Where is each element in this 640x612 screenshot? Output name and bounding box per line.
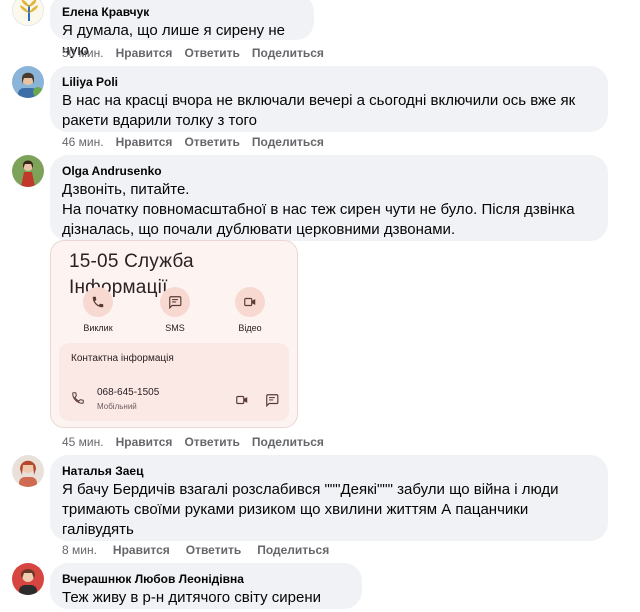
comment-actions: 45 мин. Нравится Ответить Поделиться — [62, 434, 324, 450]
share-button[interactable]: Поделиться — [257, 542, 329, 558]
reply-button[interactable]: Ответить — [186, 542, 241, 558]
reply-button[interactable]: Ответить — [184, 134, 239, 150]
comment-actions: 46 мин. Нравится Ответить Поделиться — [62, 134, 324, 150]
comment-text: Теж живу в р-н дитячого світу сирени чут… — [62, 589, 322, 612]
comment-bubble: Елена Кравчук Я думала, що лише я сирену… — [50, 0, 314, 59]
comment-author[interactable]: Вчерашнюк Любов Леонідівна — [62, 571, 350, 587]
comment-bubble: Liliya Poli В нас на красці вчора не вкл… — [50, 66, 608, 132]
sms-action[interactable]: SMS — [147, 287, 203, 333]
avatar[interactable] — [12, 563, 44, 595]
like-button[interactable]: Нравится — [116, 134, 173, 150]
video-action[interactable]: Відео — [222, 287, 278, 333]
phone-type: Мобільний — [97, 402, 137, 411]
user-photo-icon — [12, 155, 44, 187]
share-button[interactable]: Поделиться — [252, 134, 324, 150]
avatar[interactable] — [12, 455, 44, 487]
video-icon — [236, 395, 248, 405]
user-photo-icon — [12, 455, 44, 487]
phone-number: 068-645-1505 — [97, 387, 160, 398]
reply-button[interactable]: Ответить — [184, 434, 239, 450]
call-label: Виклик — [83, 323, 113, 333]
call-action[interactable]: Виклик — [70, 287, 126, 333]
video-label: Відео — [238, 323, 262, 333]
comment-author[interactable]: Olga Andrusenko — [62, 163, 596, 179]
comment-author[interactable]: Liliya Poli — [62, 74, 596, 90]
like-button[interactable]: Нравится — [113, 542, 170, 558]
comment-text: Я бачу Бердичів взагалі розслабився """Д… — [62, 481, 559, 538]
share-button[interactable]: Поделиться — [252, 434, 324, 450]
reply-button[interactable]: Ответить — [184, 45, 239, 61]
message-icon — [169, 296, 182, 309]
message-icon — [266, 394, 279, 407]
comment-time[interactable]: 45 мин. — [62, 434, 104, 450]
sms-label: SMS — [165, 323, 185, 333]
like-button[interactable]: Нравится — [116, 434, 173, 450]
avatar[interactable] — [12, 155, 44, 187]
comment-author[interactable]: Наталья Заец — [62, 463, 596, 479]
comment-text: В нас на красці вчора не включали вечері… — [62, 92, 576, 129]
wheat-logo-icon — [13, 0, 43, 25]
avatar[interactable] — [12, 66, 44, 98]
contact-info-header: Контактна інформація — [71, 353, 174, 364]
share-button[interactable]: Поделиться — [252, 45, 324, 61]
video-icon — [244, 297, 256, 307]
comment-actions: 50 мин. Нравится Ответить Поделиться — [62, 45, 324, 61]
attachment-image[interactable]: 15-05 Служба Інформації Виклик SMS Відео — [50, 240, 298, 428]
comment-bubble: Вчерашнюк Любов Леонідівна Теж живу в р-… — [50, 563, 362, 612]
comment-author[interactable]: Елена Кравчук — [62, 4, 302, 20]
comment-actions: 8 мин. Нравится Ответить Поделиться — [62, 542, 329, 558]
comment-time[interactable]: 46 мин. — [62, 134, 104, 150]
comment-time[interactable]: 50 мин. — [62, 45, 104, 61]
user-photo-icon — [12, 66, 44, 98]
comment-text: Дзвоніть, питайте. На початку повномасшт… — [62, 181, 575, 238]
comment-bubble: Olga Andrusenko Дзвоніть, питайте. На по… — [50, 155, 608, 241]
phone-icon — [92, 296, 104, 308]
comment-bubble: Наталья Заец Я бачу Бердичів взагалі роз… — [50, 455, 608, 541]
like-button[interactable]: Нравится — [116, 45, 173, 61]
contact-info-box: Контактна інформація 068-645-1505 Мобіль… — [59, 343, 289, 421]
avatar[interactable] — [12, 0, 44, 26]
comment-time[interactable]: 8 мин. — [62, 542, 97, 558]
user-photo-icon — [12, 563, 44, 595]
phone-icon — [72, 392, 84, 404]
